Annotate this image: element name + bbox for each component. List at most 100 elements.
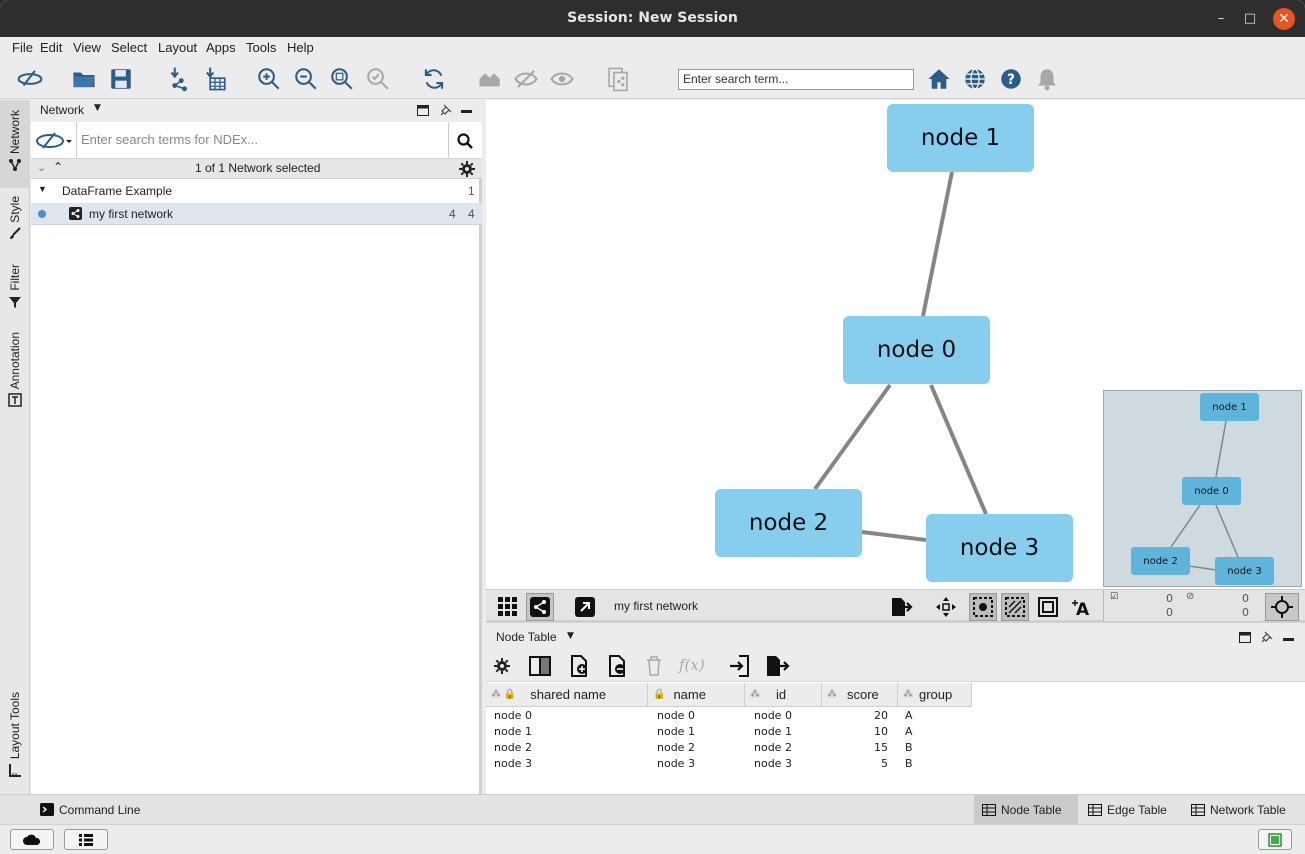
panel-dropdown-icon[interactable]: ▼ xyxy=(94,103,101,113)
copy-network-icon[interactable] xyxy=(602,63,634,95)
memory-status-button[interactable] xyxy=(1258,829,1292,850)
import-table-icon[interactable] xyxy=(199,63,231,95)
pin-table-icon[interactable] xyxy=(1261,631,1273,643)
pin-icon[interactable] xyxy=(440,104,452,116)
cloud-button[interactable] xyxy=(10,829,54,850)
hide-icon[interactable] xyxy=(510,63,542,95)
open-folder-icon[interactable] xyxy=(68,63,100,95)
minimize-button[interactable]: – xyxy=(1210,8,1232,30)
table-panel-title[interactable]: Node Table xyxy=(496,630,557,644)
function-builder-icon[interactable]: f(x) xyxy=(679,656,705,674)
graph-node-3[interactable]: node 3 xyxy=(926,514,1073,582)
save-icon[interactable] xyxy=(105,63,137,95)
minimize-table-icon[interactable] xyxy=(1283,638,1294,641)
collection-row[interactable]: ▼ DataFrame Example 1 xyxy=(31,180,482,202)
tab-filter[interactable]: Filter xyxy=(0,264,30,324)
collapse-all-icon[interactable]: ⌃ xyxy=(53,160,63,174)
minimap-node-3: node 3 xyxy=(1215,557,1274,585)
show-graphics-details-icon[interactable] xyxy=(969,593,997,621)
navigator-toggle-icon[interactable] xyxy=(1265,593,1299,621)
zoom-selected-icon[interactable] xyxy=(362,63,394,95)
tab-network[interactable]: Network xyxy=(0,100,30,188)
filter-icon xyxy=(9,296,21,308)
notification-bell-icon[interactable] xyxy=(1031,63,1063,95)
close-button[interactable]: ✕ xyxy=(1273,8,1295,30)
network-view-icon[interactable] xyxy=(526,593,554,621)
show-columns-icon[interactable] xyxy=(529,656,551,676)
toolbar-search-input[interactable]: Enter search term... xyxy=(678,69,914,90)
export-table-icon[interactable] xyxy=(766,655,790,677)
menu-select[interactable]: Select xyxy=(111,40,147,55)
edge-node0-node3[interactable] xyxy=(929,384,988,515)
menu-layout[interactable]: Layout xyxy=(158,40,197,55)
graph-node-1[interactable]: node 1 xyxy=(887,104,1034,172)
graph-node-0[interactable]: node 0 xyxy=(843,316,990,384)
menu-edit[interactable]: Edit xyxy=(40,40,62,55)
search-icon[interactable] xyxy=(457,133,473,149)
edge-node0-node2[interactable] xyxy=(813,383,892,491)
cell-shared-name: node 3 xyxy=(494,757,532,770)
tab-edge-table[interactable]: Edge Table xyxy=(1080,795,1175,824)
tab-layout-tools[interactable]: Layout Tools xyxy=(0,692,30,790)
delete-column-icon[interactable] xyxy=(608,655,628,677)
ndex-source-icon[interactable] xyxy=(35,130,73,152)
text-annotation-icon[interactable]: A xyxy=(1067,593,1095,621)
add-column-icon[interactable] xyxy=(570,655,590,677)
network-view-bar: my first network A ☑ 0 0 ⊘ 0 0 xyxy=(486,589,1305,623)
column-header-id[interactable]: ⁂ id xyxy=(745,683,822,707)
task-list-button[interactable] xyxy=(64,829,108,850)
help-icon[interactable]: ? xyxy=(995,63,1027,95)
collapse-arrow-icon[interactable]: ▼ xyxy=(38,184,47,194)
zoom-out-icon[interactable] xyxy=(290,63,322,95)
menu-file[interactable]: File xyxy=(12,40,33,55)
select-annotation-icon[interactable] xyxy=(1034,593,1062,621)
menu-help[interactable]: Help xyxy=(287,40,314,55)
detach-view-icon[interactable] xyxy=(571,593,599,621)
edge-node2-node3[interactable] xyxy=(861,530,927,542)
float-table-icon[interactable] xyxy=(1239,632,1251,643)
show-all-icon[interactable] xyxy=(474,63,506,95)
show-icon[interactable] xyxy=(546,63,578,95)
ndex-search-input[interactable]: Enter search terms for NDEx... xyxy=(76,122,449,158)
tab-network-table[interactable]: Network Table xyxy=(1183,795,1294,824)
tab-node-table[interactable]: Node Table xyxy=(974,795,1078,824)
column-header-score[interactable]: ⁂ score xyxy=(822,683,898,707)
annotation-icon xyxy=(8,393,22,408)
column-header-name[interactable]: 🔒 name xyxy=(648,683,745,707)
zoom-in-icon[interactable] xyxy=(253,63,285,95)
tab-annotation[interactable]: Annotation xyxy=(0,332,30,416)
maximize-button[interactable]: □ xyxy=(1239,8,1261,30)
import-network-icon[interactable] xyxy=(162,63,194,95)
column-header-shared-name[interactable]: ⁂ 🔒 shared name xyxy=(486,683,648,707)
trash-icon[interactable] xyxy=(646,656,662,676)
export-image-icon[interactable] xyxy=(888,593,916,621)
home-icon[interactable] xyxy=(923,63,955,95)
network-row[interactable]: my first network 4 4 xyxy=(31,203,482,225)
gear-icon[interactable] xyxy=(459,161,475,177)
graph-node-2[interactable]: node 2 xyxy=(715,489,862,557)
column-header-group[interactable]: ⁂ group xyxy=(898,683,972,707)
tab-style[interactable]: Style xyxy=(0,196,30,256)
command-line-button[interactable]: Command Line xyxy=(32,795,148,824)
import-table-data-icon[interactable] xyxy=(729,655,751,677)
overview-minimap[interactable]: node 1 node 0 node 2 node 3 xyxy=(1103,390,1302,587)
globe-icon[interactable] xyxy=(959,63,991,95)
float-panel-icon[interactable] xyxy=(417,105,429,116)
ndex-logo-icon[interactable] xyxy=(14,63,46,95)
table-dropdown-icon[interactable]: ▼ xyxy=(567,631,574,641)
annotation-selection-icon[interactable] xyxy=(1001,593,1029,621)
menu-view[interactable]: View xyxy=(73,40,101,55)
grid-view-icon[interactable] xyxy=(494,593,522,621)
refresh-icon[interactable] xyxy=(418,63,450,95)
menu-apps[interactable]: Apps xyxy=(206,40,236,55)
network-panel-title[interactable]: Network xyxy=(40,103,84,117)
fit-content-icon[interactable] xyxy=(932,593,960,621)
network-share-icon xyxy=(69,207,82,220)
edge-node0-node1[interactable] xyxy=(921,171,954,317)
menu-tools[interactable]: Tools xyxy=(246,40,276,55)
table-settings-gear-icon[interactable] xyxy=(494,658,510,674)
cell-id: node 3 xyxy=(754,757,792,770)
expand-all-icon[interactable]: ⌄ xyxy=(37,161,46,174)
zoom-fit-icon[interactable] xyxy=(326,63,358,95)
minimize-panel-icon[interactable] xyxy=(461,110,472,113)
